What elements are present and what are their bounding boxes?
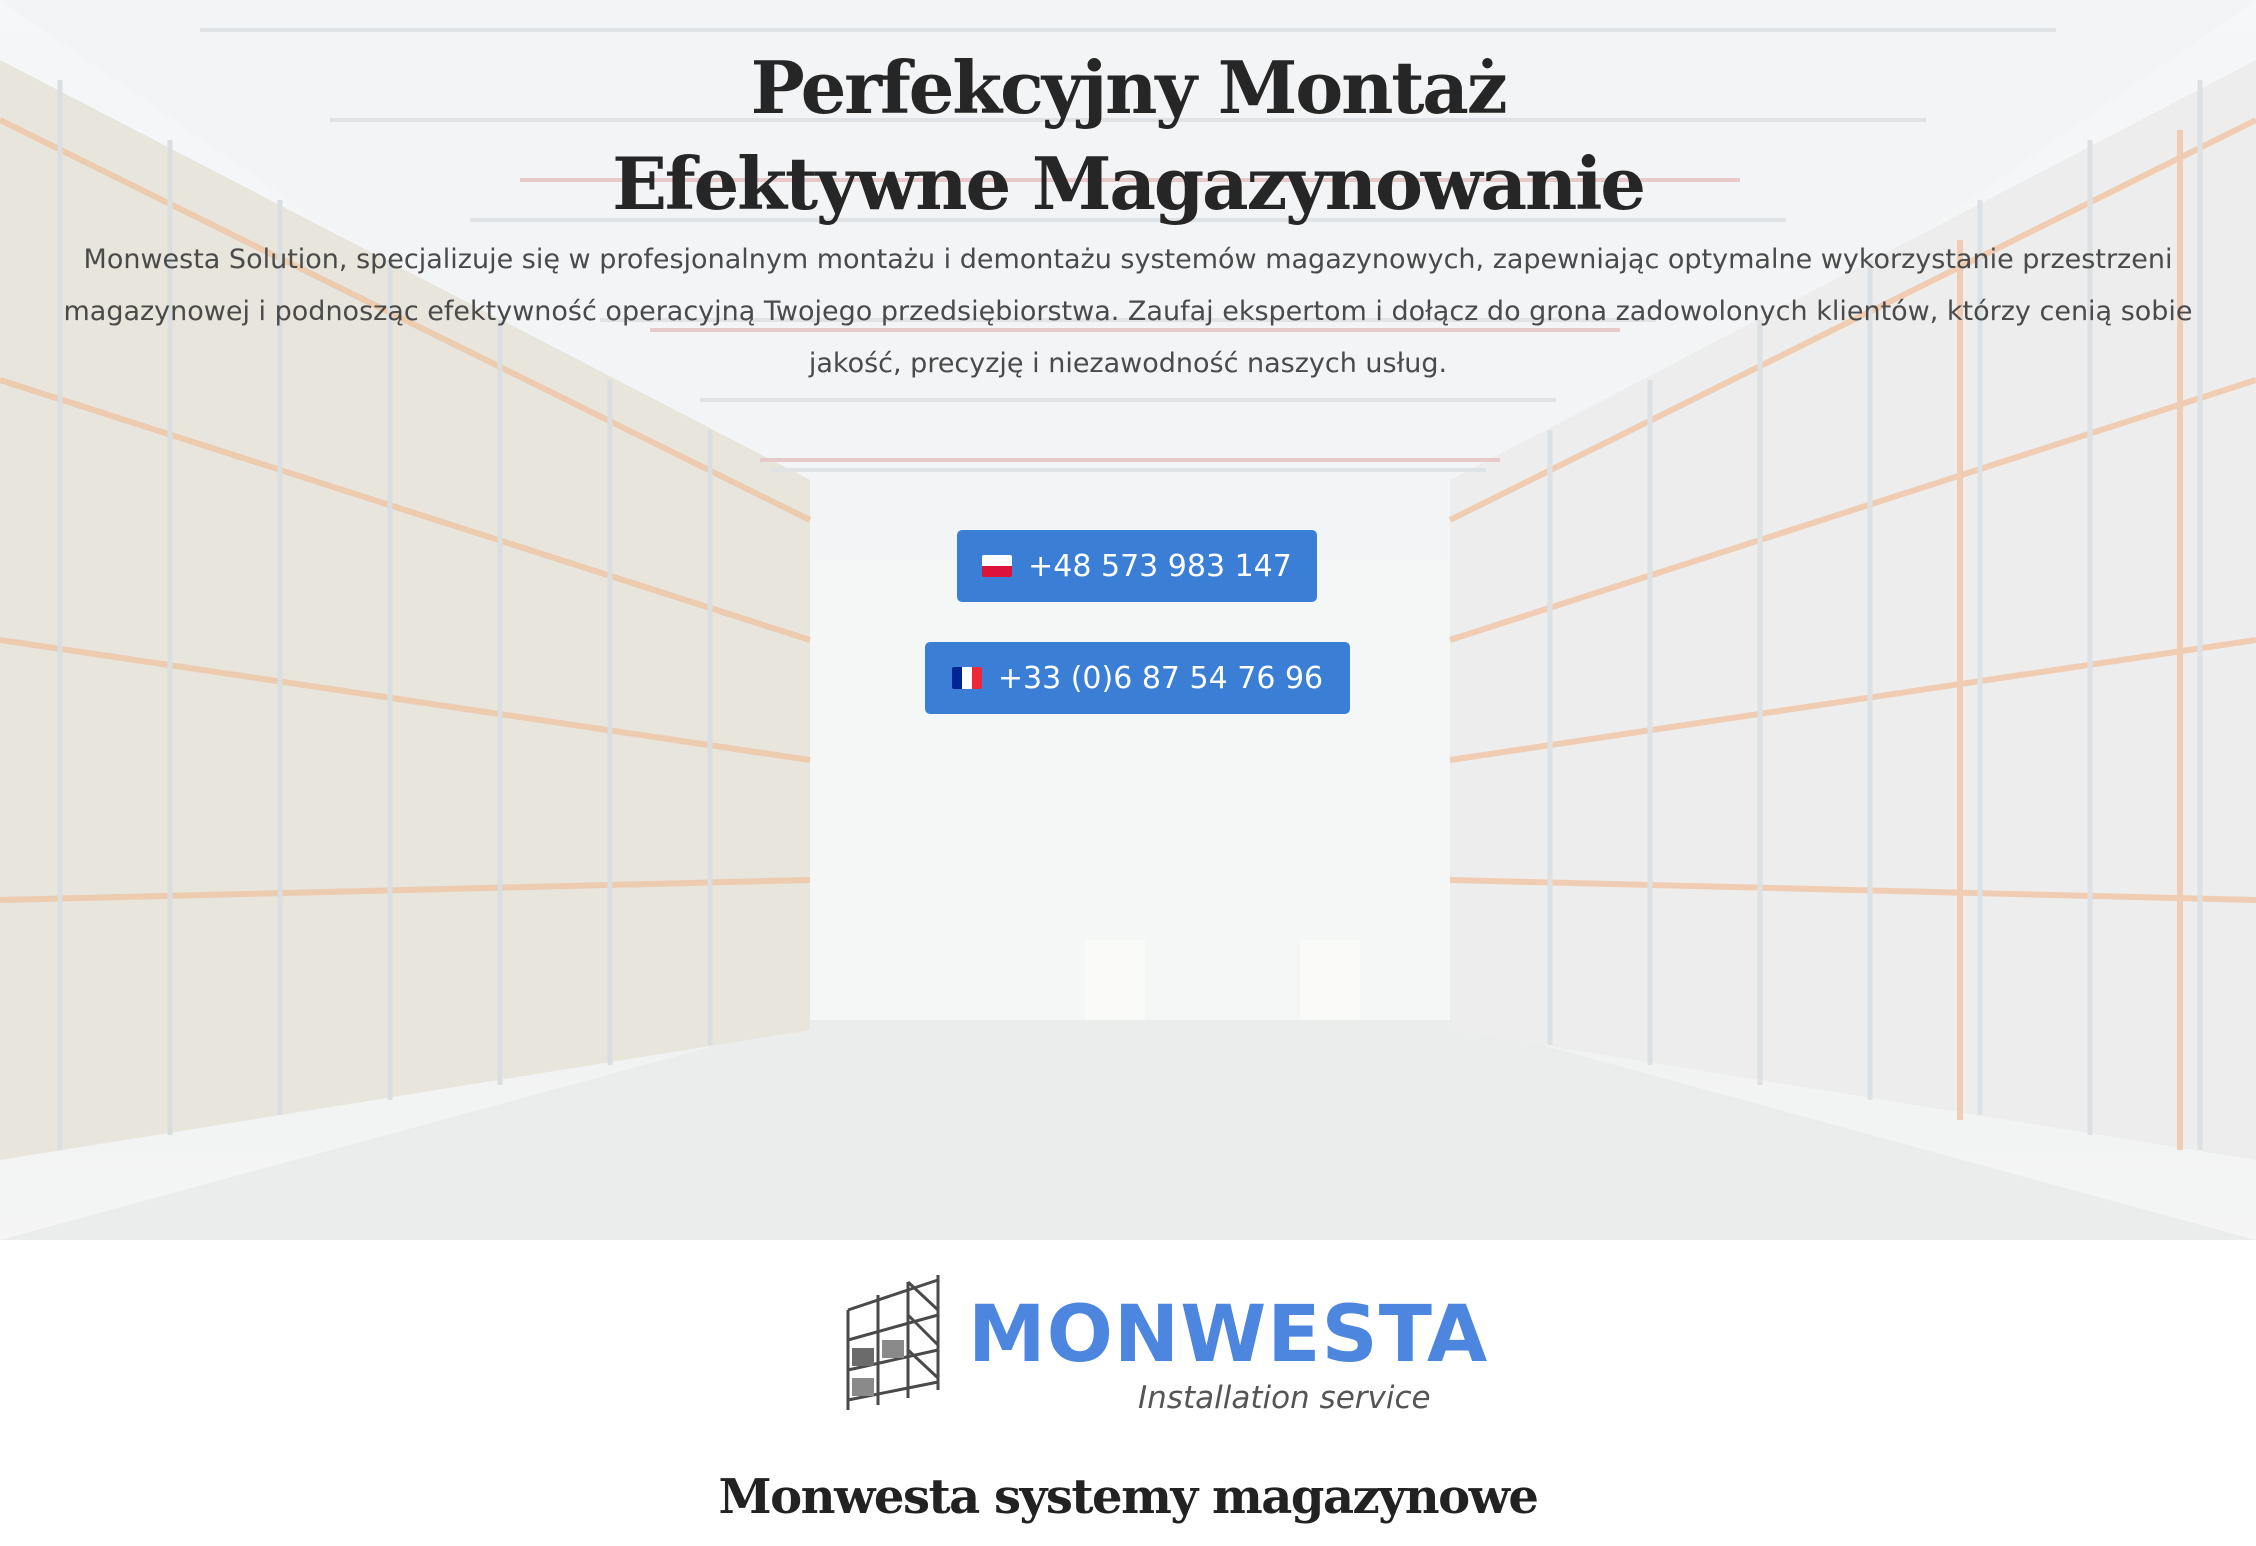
logo-tagline: Installation service [1138, 1380, 1431, 1416]
hero-section: Perfekcyjny Montaż Efektywne Magazynowan… [0, 0, 2256, 1240]
poland-flag-icon [982, 555, 1013, 577]
hero-title-line-1: Perfekcyjny Montaż [750, 45, 1508, 130]
monwesta-logo[interactable]: MONWESTA Installation service [838, 1270, 1487, 1430]
hero-description: Monwesta Solution, specjalizuje się w pr… [63, 244, 2193, 379]
phone-button-poland[interactable]: +48 573 983 147 [957, 530, 1317, 602]
section-title: Monwesta systemy magazynowe [718, 1469, 1539, 1525]
storage-rack-icon [846, 1275, 940, 1410]
phone-button-france[interactable]: +33 (0)6 87 54 76 96 [925, 642, 1350, 714]
hero-title-line-2: Efektywne Magazynowanie [612, 141, 1646, 226]
logo-wordmark: MONWESTA [968, 1290, 1489, 1380]
phone-number-poland: +48 573 983 147 [1028, 548, 1292, 584]
france-flag-icon [951, 667, 982, 689]
hero-title: Perfekcyjny Montaż Efektywne Magazynowan… [0, 40, 2256, 232]
phone-number-france: +33 (0)6 87 54 76 96 [997, 660, 1324, 696]
